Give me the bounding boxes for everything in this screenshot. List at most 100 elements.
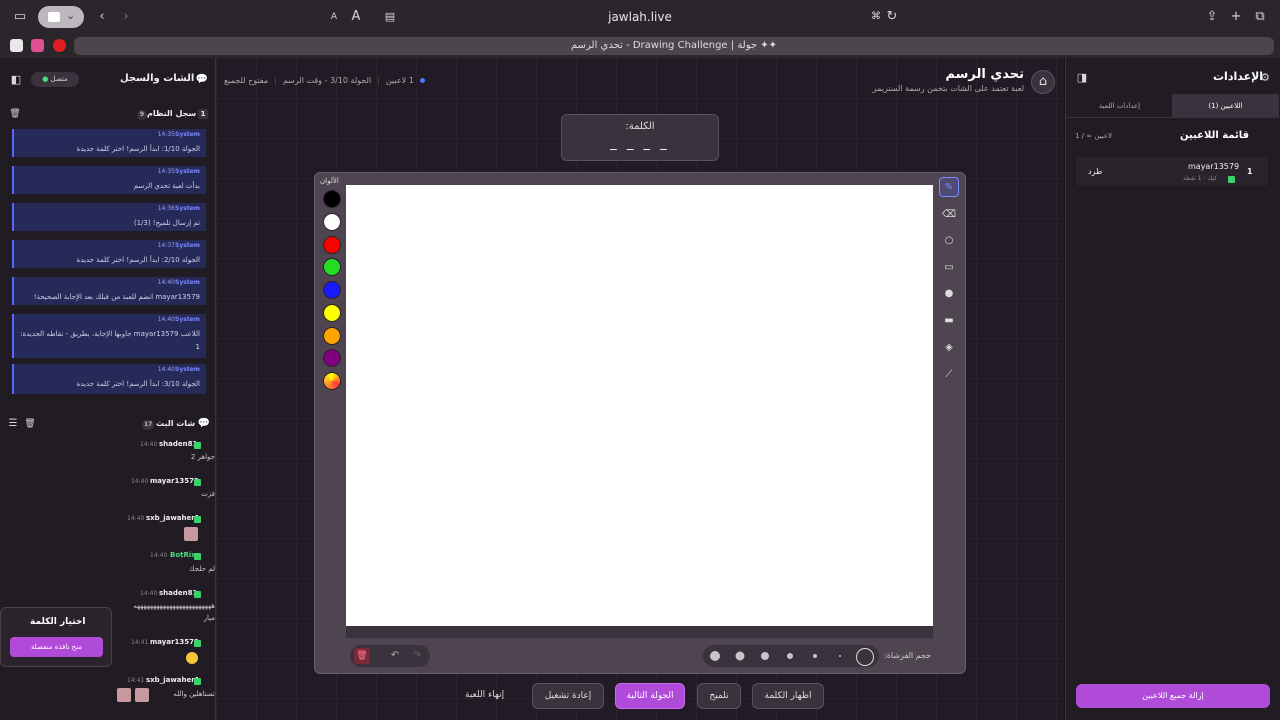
- chat-message: جواهر 2: [190, 453, 215, 461]
- system-log-author: System: [175, 366, 200, 373]
- home-button[interactable]: ⌂: [1031, 70, 1055, 94]
- system-log-time: 14:37: [157, 242, 175, 249]
- chat-author[interactable]: mayar13579: [150, 477, 199, 485]
- active-tab[interactable]: تحدي الرسم - Drawing Challenge | جولة ✦✦: [74, 37, 1274, 55]
- color-swatch[interactable]: [323, 190, 341, 208]
- chat-author[interactable]: shaden81: [159, 440, 197, 448]
- eraser-tool-button[interactable]: ⌫: [939, 205, 959, 225]
- brush-size-lg[interactable]: [735, 651, 745, 661]
- favicon-3-icon[interactable]: [53, 39, 66, 52]
- restart-button[interactable]: إعادة تشغيل: [532, 683, 604, 709]
- address-bar[interactable]: jawlah.live: [560, 10, 720, 24]
- favicon-1-icon[interactable]: [10, 39, 23, 52]
- clear-chat-icon[interactable]: 🗑: [22, 416, 38, 432]
- word-box: الكلمة: _ _ _ _: [561, 114, 719, 161]
- system-log-item: 14:36System تم إرسال تلميح! (1/3): [12, 203, 206, 231]
- collapse-panel-icon[interactable]: ◨: [1074, 70, 1090, 86]
- kick-platform-icon: [194, 442, 201, 449]
- forward-icon[interactable]: ›: [118, 9, 134, 25]
- drawing-canvas[interactable]: [346, 185, 933, 626]
- brush-size-xl[interactable]: [710, 651, 720, 661]
- chat-author[interactable]: mayar13579: [150, 638, 199, 646]
- live-chat-count: 17: [142, 420, 155, 430]
- chat-author[interactable]: shaden81: [159, 589, 197, 597]
- open-separate-window-button[interactable]: منح نافذة منفصلة: [10, 637, 103, 657]
- chat-time: 14:40: [140, 590, 158, 597]
- word-label: الكلمة:: [625, 121, 655, 132]
- chat-author[interactable]: BotRix: [170, 551, 196, 559]
- brush-size-xs[interactable]: [813, 654, 817, 658]
- line-tool-button[interactable]: ⟋: [939, 365, 959, 385]
- next-round-button[interactable]: الجولة التالية: [615, 683, 685, 709]
- kick-platform-icon: [194, 516, 201, 523]
- system-log-author: System: [175, 242, 200, 249]
- tabs-overview-icon[interactable]: ⧉: [1252, 9, 1268, 25]
- back-icon[interactable]: ‹: [94, 9, 110, 25]
- page-title: تحدي الرسم: [945, 67, 1024, 82]
- end-game-button[interactable]: إنهاء اللعبة: [465, 690, 504, 700]
- tab-game-settings[interactable]: إعدادات اللعبة: [1066, 94, 1173, 118]
- filled-circle-tool-button[interactable]: ●: [939, 284, 959, 304]
- kick-platform-icon: [194, 678, 201, 685]
- system-log-author: System: [175, 168, 200, 175]
- system-log-time: 14:40: [157, 366, 175, 373]
- hint-button[interactable]: تلميح: [697, 683, 741, 709]
- redo-button[interactable]: ↷: [409, 648, 425, 664]
- online-label: متصل: [50, 75, 68, 83]
- reload-icon[interactable]: ↻: [884, 9, 900, 25]
- new-tab-icon[interactable]: +: [1228, 9, 1244, 25]
- system-log-meta: 14:36System: [158, 205, 200, 212]
- favicon-2-icon[interactable]: [31, 39, 44, 52]
- color-swatch[interactable]: [323, 236, 341, 254]
- circle-tool-button[interactable]: ○: [939, 231, 959, 251]
- color-swatch[interactable]: [323, 213, 341, 231]
- undo-button[interactable]: ↶: [387, 648, 403, 664]
- show-word-button[interactable]: اظهار الكلمة: [752, 683, 824, 709]
- rect-tool-button[interactable]: ▭: [939, 258, 959, 278]
- share-icon[interactable]: ⇪: [1204, 9, 1220, 25]
- reader-icon[interactable]: ▤: [382, 9, 398, 25]
- pen-tool-button[interactable]: ✎: [939, 177, 959, 197]
- fill-bucket-icon: ◈: [945, 342, 953, 353]
- menu-icon[interactable]: ☰: [5, 416, 21, 432]
- online-dot-icon: ●: [42, 75, 49, 83]
- text-size-small-button[interactable]: A: [326, 9, 342, 25]
- clear-canvas-button[interactable]: 🗑: [354, 648, 370, 664]
- system-log-meta: 14:35System: [158, 131, 200, 138]
- text-size-large-button[interactable]: A: [348, 9, 364, 25]
- brush-size-selected[interactable]: [856, 648, 874, 666]
- tab-icon: [48, 12, 60, 22]
- round-info: الجولة 3/10 - وقت الرسم: [282, 76, 372, 85]
- tab-overview-button[interactable]: ⌄: [38, 6, 84, 28]
- system-log-count: 9: [133, 110, 147, 120]
- custom-color-picker[interactable]: [323, 372, 341, 390]
- collapse-panel-icon[interactable]: ◧: [8, 72, 24, 88]
- color-swatch[interactable]: [323, 327, 341, 345]
- sidebar-toggle-icon[interactable]: ▭: [12, 9, 28, 25]
- system-log-author: System: [175, 316, 200, 323]
- undo-icon: ↶: [390, 650, 400, 661]
- translate-icon[interactable]: ⌘: [868, 9, 884, 25]
- system-log-item: 14:35System الجولة 1/10: ابدأ الرسم! اختر…: [12, 129, 206, 157]
- system-log-author: System: [175, 279, 200, 286]
- brush-size-xxs[interactable]: [839, 655, 841, 657]
- color-swatch[interactable]: [323, 304, 341, 322]
- color-swatch[interactable]: [323, 281, 341, 299]
- chat-sticker-image: [117, 688, 131, 702]
- tab-players[interactable]: اللاعبين (1): [1172, 94, 1279, 118]
- fill-bucket-tool-button[interactable]: ◈: [939, 338, 959, 358]
- chat-author[interactable]: sxb_jawaher1: [146, 514, 200, 522]
- filled-rect-icon: ▬: [944, 315, 954, 326]
- brush-size-sm[interactable]: [787, 653, 793, 659]
- clear-log-icon[interactable]: 🗑: [7, 106, 23, 122]
- canvas-footer: [346, 626, 933, 638]
- kick-player-button[interactable]: طرد: [1088, 167, 1102, 176]
- color-swatch[interactable]: [323, 349, 341, 367]
- live-chat-title: شات البث: [156, 419, 196, 428]
- brush-size-md[interactable]: [761, 652, 769, 660]
- color-swatch[interactable]: [323, 258, 341, 276]
- remove-all-players-button[interactable]: إزالة جميع اللاعبين: [1076, 684, 1270, 708]
- filled-rect-tool-button[interactable]: ▬: [939, 311, 959, 331]
- system-log-item: 14:40System الجولة 3/10: ابدأ الرسم! اختر…: [12, 364, 206, 394]
- chat-author[interactable]: sxb_jawaher1: [146, 676, 200, 684]
